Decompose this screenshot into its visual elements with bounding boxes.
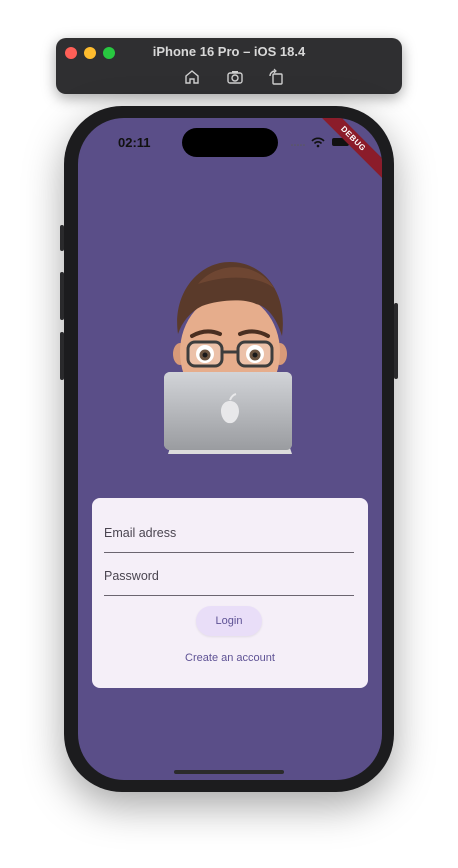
screenshot-icon[interactable]	[226, 68, 244, 86]
simulator-title: iPhone 16 Pro – iOS 18.4	[152, 44, 306, 59]
cellular-signal-icon	[291, 144, 305, 146]
email-placeholder: Email adress	[104, 526, 177, 540]
simulator-window-bar: iPhone 16 Pro – iOS 18.4	[56, 38, 402, 94]
login-button[interactable]: Login	[196, 606, 262, 636]
home-indicator[interactable]	[174, 770, 284, 774]
password-placeholder: Password	[104, 569, 159, 583]
phone-screen: 02:11 DEBUG Email adress Password Login …	[78, 118, 382, 780]
email-field[interactable]: Email adress	[104, 512, 354, 553]
power-button[interactable]	[394, 303, 398, 379]
create-account-link[interactable]: Create an account	[92, 652, 368, 664]
dynamic-island	[182, 128, 278, 157]
action-button[interactable]	[60, 225, 64, 251]
status-time: 02:11	[118, 135, 151, 150]
volume-down-button[interactable]	[60, 332, 64, 380]
memoji-avatar-image	[164, 262, 292, 454]
home-icon[interactable]	[183, 68, 201, 86]
login-card: Email adress Password Login Create an ac…	[92, 498, 368, 688]
password-field[interactable]: Password	[104, 555, 354, 596]
rotate-icon[interactable]	[267, 68, 285, 86]
volume-up-button[interactable]	[60, 272, 64, 320]
wifi-icon	[311, 137, 325, 148]
